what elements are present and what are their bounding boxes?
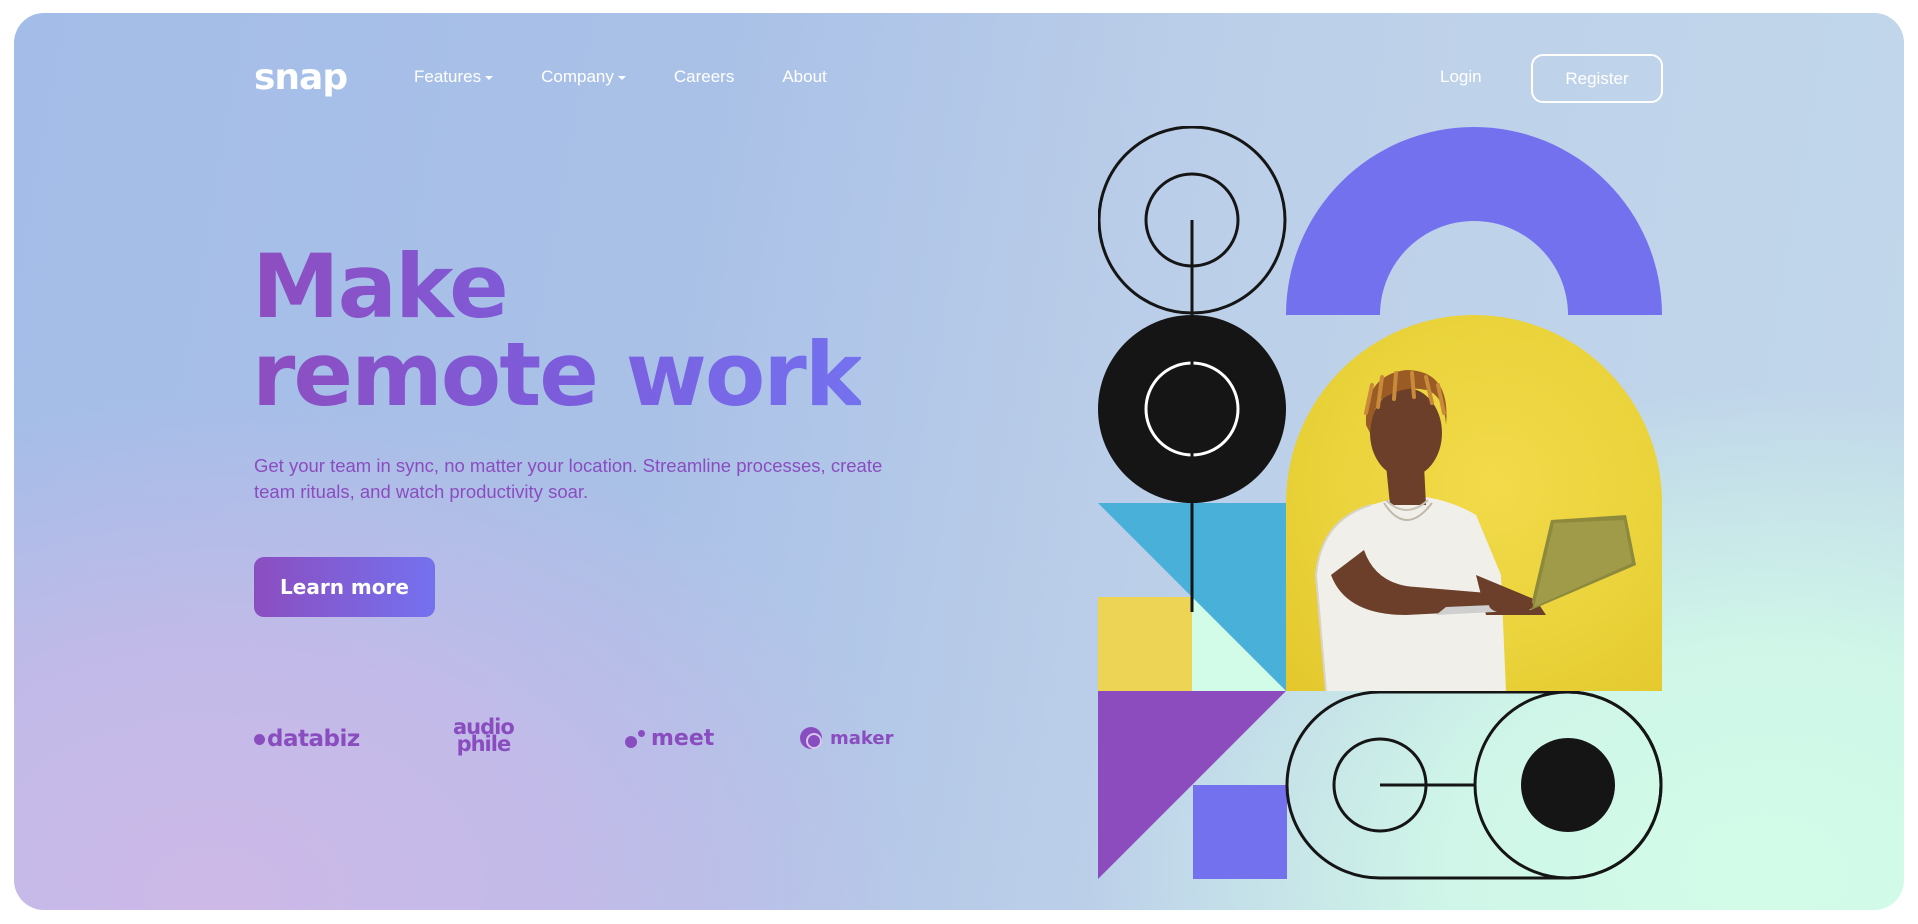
main-nav: Features Company Careers About <box>414 67 827 87</box>
man-with-laptop-illustration <box>1286 315 1662 691</box>
client-logo-text: maker <box>830 727 894 749</box>
purple-arch-shape <box>1286 127 1662 315</box>
brand-logo[interactable]: snap <box>254 57 348 98</box>
meet-dots-icon <box>625 728 647 750</box>
client-logos: databiz audio phile meet maker <box>254 717 894 759</box>
pill-black-dot <box>1521 738 1615 832</box>
client-logo-databiz: databiz <box>254 726 360 752</box>
nav-item-label: Features <box>414 67 482 86</box>
violet-square-shape <box>1193 785 1287 879</box>
maker-swirl-icon <box>800 727 822 749</box>
nav-item-label: About <box>782 67 827 86</box>
headline-line-2: remote work <box>252 323 862 426</box>
nav-item-label: Careers <box>673 67 735 86</box>
client-logo-text: meet <box>651 726 715 751</box>
nav-item-about[interactable]: About <box>782 67 826 87</box>
headline-line-1: Make <box>252 235 507 338</box>
learn-more-button[interactable]: Learn more <box>254 557 435 617</box>
person-illustration <box>1314 370 1636 691</box>
client-logo-text-line2: phile <box>456 732 512 756</box>
yellow-square-shape <box>1098 597 1192 691</box>
register-button[interactable]: Register <box>1531 54 1663 103</box>
nav-item-label: Company <box>541 67 614 86</box>
nav-item-features[interactable]: Features <box>414 67 494 87</box>
client-logo-maker: maker <box>800 727 893 749</box>
caret-down-icon <box>485 76 494 80</box>
hero-headline: Make remote work <box>252 243 861 419</box>
login-link[interactable]: Login <box>1440 67 1482 87</box>
nav-item-company[interactable]: Company <box>541 67 626 87</box>
databiz-dot-icon <box>254 733 265 745</box>
hero-illustration <box>1098 126 1674 904</box>
client-logo-audiophile: audio phile <box>453 717 515 756</box>
client-logo-meet: meet <box>625 726 714 751</box>
hero-subtext: Get your team in sync, no matter your lo… <box>254 455 883 502</box>
client-logo-text: databiz <box>267 726 360 752</box>
caret-down-icon <box>617 76 626 80</box>
nav-item-careers[interactable]: Careers <box>674 67 734 87</box>
hero-frame: snap Features Company Careers About Logi… <box>14 13 1904 910</box>
